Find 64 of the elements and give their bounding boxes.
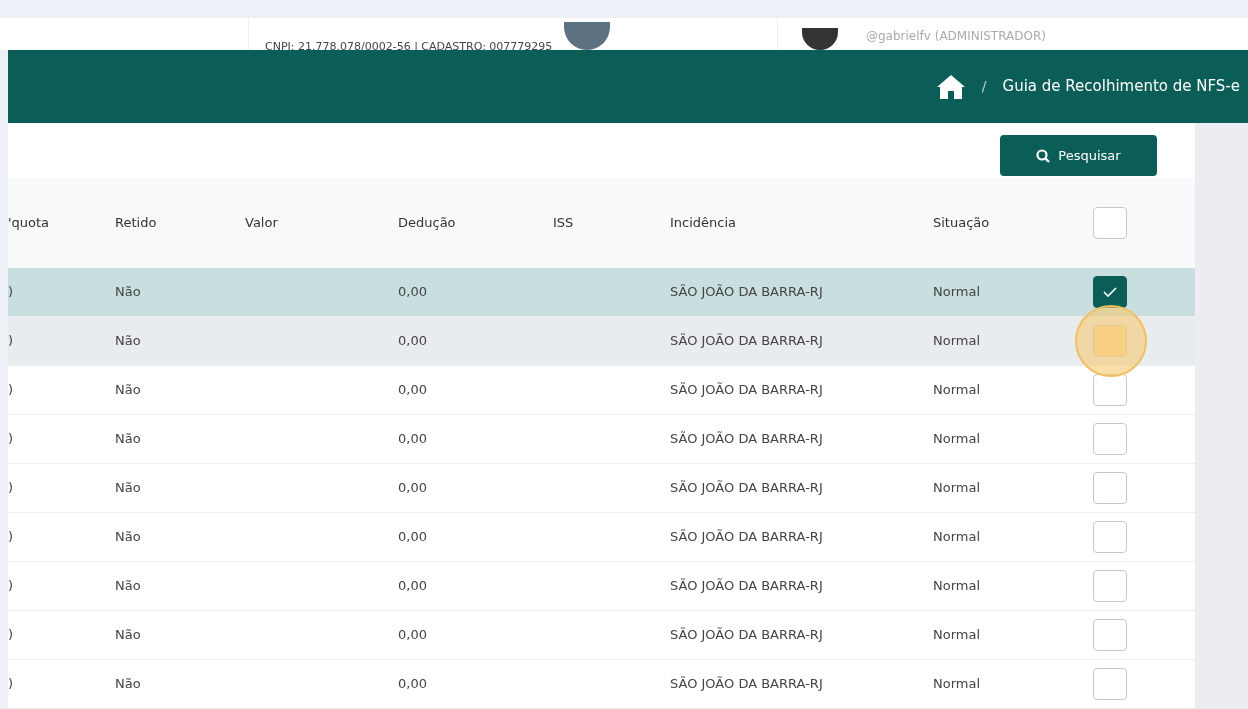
table-cell: Não: [115, 284, 141, 300]
table-cell: Não: [115, 627, 141, 643]
table-cell: SÃO JOÃO DA BARRA-RJ: [670, 627, 823, 643]
checkbox[interactable]: [1093, 276, 1127, 308]
table-cell: Não: [115, 382, 141, 398]
table-cell: Normal: [933, 627, 981, 643]
table-cell: ): [8, 578, 14, 594]
table-cell: 0,00: [398, 627, 427, 643]
table-cell: ): [8, 480, 14, 496]
check-icon: [1102, 286, 1118, 298]
user-name: @gabrielfv (ADMINISTRADOR): [865, 28, 1046, 44]
table-cell: ): [8, 382, 14, 398]
table-cell: 0,00: [398, 578, 427, 594]
column-header: Situação: [933, 215, 990, 231]
table-cell: 0,00: [398, 382, 427, 398]
table-cell: Não: [115, 676, 141, 692]
table-cell: Não: [115, 480, 141, 496]
column-header: ISS: [553, 215, 574, 231]
table-cell: SÃO JOÃO DA BARRA-RJ: [670, 333, 823, 349]
table-cell: SÃO JOÃO DA BARRA-RJ: [670, 529, 823, 545]
table-cell: ): [8, 627, 14, 643]
column-header: Dedução: [398, 215, 456, 231]
home-icon[interactable]: [935, 73, 966, 100]
table-cell: 0,00: [398, 676, 427, 692]
column-header: Incidência: [670, 215, 737, 231]
table-cell: SÃO JOÃO DA BARRA-RJ: [670, 676, 823, 692]
table-cell: Não: [115, 578, 141, 594]
table-cell: 0,00: [398, 529, 427, 545]
table-cell: 0,00: [398, 333, 427, 349]
table-cell: ): [8, 284, 14, 300]
table-cell: Normal: [933, 333, 981, 349]
table-cell: SÃO JOÃO DA BARRA-RJ: [670, 578, 823, 594]
column-header: Retido: [115, 215, 157, 231]
search-icon: [1036, 148, 1051, 163]
table-cell: Normal: [933, 578, 981, 594]
user-avatar-icon: [802, 28, 838, 50]
search-button[interactable]: Pesquisar: [1000, 135, 1157, 176]
column-header: 'quota: [8, 215, 50, 231]
avatar-icon: [564, 22, 611, 50]
table-cell: ): [8, 333, 14, 349]
table-cell: ): [8, 431, 14, 447]
table-cell: 0,00: [398, 480, 427, 496]
table-cell: SÃO JOÃO DA BARRA-RJ: [670, 284, 823, 300]
table-cell: SÃO JOÃO DA BARRA-RJ: [670, 431, 823, 447]
table-cell: 0,00: [398, 284, 427, 300]
table-row[interactable]: ) Não 0,00 SÃO JOÃO DA BARRA-RJ Normal: [8, 268, 1195, 317]
table-cell: Normal: [933, 529, 981, 545]
table-cell: 0,00: [398, 431, 427, 447]
breadcrumb-separator: /: [980, 77, 988, 96]
table-cell: Normal: [933, 431, 981, 447]
table-cell: Normal: [933, 382, 981, 398]
table-cell: Não: [115, 431, 141, 447]
table-cell: SÃO JOÃO DA BARRA-RJ: [670, 382, 823, 398]
table-row[interactable]: ) Não 0,00 SÃO JOÃO DA BARRA-RJ Normal: [8, 317, 1195, 366]
breadcrumb-current[interactable]: Guia de Recolhimento de NFS-e: [1002, 75, 1240, 98]
table-cell: Não: [115, 333, 141, 349]
table-cell: SÃO JOÃO DA BARRA-RJ: [670, 480, 823, 496]
table-cell: ): [8, 676, 14, 692]
table-cell: Normal: [933, 676, 981, 692]
table-cell: ): [8, 529, 14, 545]
table-cell: Não: [115, 529, 141, 545]
column-header: Valor: [245, 215, 278, 231]
table-cell: Normal: [933, 284, 981, 300]
table-cell: Normal: [933, 480, 981, 496]
